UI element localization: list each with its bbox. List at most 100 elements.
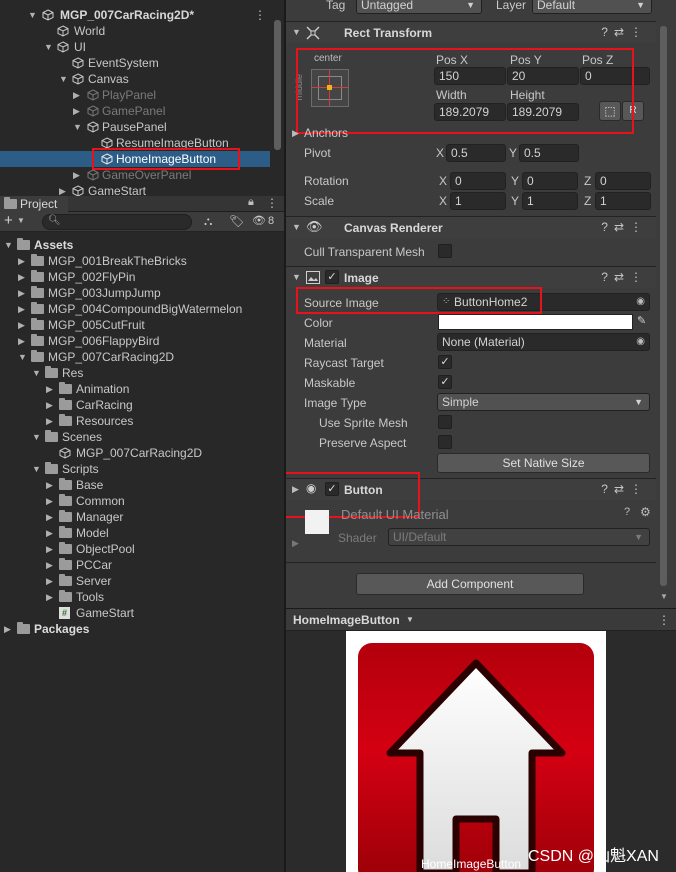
collapse-arrow-icon[interactable]: ▶ [292, 538, 299, 549]
inspector-scrollbar[interactable] [660, 26, 667, 586]
collapse-arrow-icon[interactable]: ▶ [46, 557, 53, 573]
material-field[interactable]: None (Material) ◉ [437, 333, 650, 351]
rotation-x-field[interactable]: 0 [450, 172, 506, 190]
hierarchy-scrollbar[interactable] [274, 20, 281, 150]
anchors-foldout[interactable]: Anchors [304, 126, 348, 140]
image-type-dropdown[interactable]: Simple ▼ [437, 393, 650, 411]
collapse-arrow-icon[interactable]: ▶ [73, 87, 80, 103]
image-enabled-checkbox[interactable]: ✓ [325, 270, 339, 284]
collapse-arrow-icon[interactable]: ▶ [18, 301, 25, 317]
collapse-arrow-icon[interactable]: ▶ [46, 525, 53, 541]
collapse-arrow-icon[interactable]: ▶ [46, 589, 53, 605]
collapse-arrow-icon[interactable]: ▶ [18, 269, 25, 285]
chevron-down-icon[interactable]: ▼ [406, 615, 414, 624]
component-header-icons[interactable]: ?⇄⋮ [601, 220, 648, 234]
hierarchy-item-eventsystem[interactable]: EventSystem [0, 55, 270, 71]
project-tree-item[interactable]: ▶ MGP_001BreakTheBricks [0, 253, 280, 269]
image-header[interactable]: ▼ ✓ Image ?⇄⋮ [286, 266, 656, 288]
preview-menu-icon[interactable]: ⋮ [658, 613, 670, 627]
component-header-icons[interactable]: ?⇄⋮ [601, 25, 648, 39]
project-tree-item[interactable]: ▶ Server [0, 573, 280, 589]
scroll-down-arrow-icon[interactable]: ▼ [660, 592, 668, 601]
hierarchy-item-playpanel[interactable]: ▶ PlayPanel [0, 87, 270, 103]
collapse-arrow-icon[interactable]: ▶ [46, 541, 53, 557]
hierarchy-item-gamestart[interactable]: ▶ GameStart [0, 183, 270, 196]
project-tree-item[interactable]: ▶ Common [0, 493, 280, 509]
collapse-arrow-icon[interactable]: ▶ [73, 167, 80, 183]
hierarchy-item-gamepanel[interactable]: ▶ GamePanel [0, 103, 270, 119]
use-sprite-mesh-checkbox[interactable] [438, 415, 452, 429]
scale-x-field[interactable]: 1 [450, 192, 506, 210]
filter-by-label-icon[interactable]: 🏷︎ [229, 214, 244, 228]
collapse-arrow-icon[interactable]: ▶ [46, 493, 53, 509]
panel-menu-icon[interactable]: ⋮ [266, 196, 278, 210]
collapse-arrow-icon[interactable]: ▶ [73, 103, 80, 119]
color-swatch[interactable] [438, 314, 633, 330]
object-picker-icon[interactable]: ◉ [636, 334, 645, 350]
project-tree-item[interactable]: ▶ Animation [0, 381, 280, 397]
collapse-arrow-icon[interactable]: ▶ [46, 381, 53, 397]
collapse-arrow-icon[interactable]: ▶ [46, 509, 53, 525]
expand-arrow-icon[interactable]: ▼ [32, 461, 41, 477]
tab-project[interactable]: Project [0, 196, 68, 212]
project-tree-item[interactable]: ▶ MGP_005CutFruit [0, 317, 280, 333]
collapse-arrow-icon[interactable]: ▶ [292, 128, 299, 139]
project-tree-item[interactable]: ▼ Res [0, 365, 280, 381]
collapse-arrow-icon[interactable]: ▶ [59, 183, 66, 196]
expand-arrow-icon[interactable]: ▼ [73, 119, 82, 135]
project-tree-item[interactable]: ▶ Resources [0, 413, 280, 429]
expand-arrow-icon[interactable]: ▼ [292, 272, 301, 282]
collapse-arrow-icon[interactable]: ▶ [4, 621, 11, 637]
add-component-button[interactable]: Add Component [356, 573, 584, 595]
expand-arrow-icon[interactable]: ▼ [292, 222, 301, 232]
project-tree-item[interactable]: ▶ Base [0, 477, 280, 493]
expand-arrow-icon[interactable]: ▼ [4, 237, 13, 253]
pivot-x-field[interactable]: 0.5 [446, 144, 506, 162]
project-tree-item[interactable]: ▼ Scripts [0, 461, 280, 477]
hierarchy-item-world[interactable]: World [0, 23, 270, 39]
canvas-renderer-header[interactable]: ▼ 👁︎ Canvas Renderer ?⇄⋮ [286, 216, 656, 238]
project-tree-item[interactable]: ▼ MGP_007CarRacing2D [0, 349, 280, 365]
expand-arrow-icon[interactable]: ▼ [44, 39, 53, 55]
material-help-icon[interactable]: ? [624, 506, 630, 518]
rotation-z-field[interactable]: 0 [595, 172, 651, 190]
project-search-input[interactable]: 🔍︎ [42, 214, 192, 230]
hierarchy-item-pausepanel[interactable]: ▼ PausePanel [0, 119, 270, 135]
tag-dropdown[interactable]: Untagged ▼ [356, 0, 482, 14]
scene-menu-icon[interactable]: ⋮ [254, 7, 266, 23]
hierarchy-item-canvas[interactable]: ▼ Canvas [0, 71, 270, 87]
hierarchy-scene-row[interactable]: ▼ MGP_007CarRacing2D* ⋮ [0, 7, 270, 23]
component-header-icons[interactable]: ?⇄⋮ [601, 270, 648, 284]
expand-arrow-icon[interactable]: ▼ [59, 71, 68, 87]
expand-arrow-icon[interactable]: ▼ [32, 365, 41, 381]
collapse-arrow-icon[interactable]: ▶ [46, 413, 53, 429]
gear-icon[interactable]: ⚙ [640, 505, 651, 519]
rect-transform-header[interactable]: ▼ Rect Transform ?⇄⋮ [286, 21, 656, 43]
project-tree-item[interactable]: # GameStart [0, 605, 280, 621]
chevron-down-icon[interactable]: ▼ [17, 216, 25, 225]
preview-header[interactable]: HomeImageButton ▼ ⋮ [286, 609, 676, 631]
expand-arrow-icon[interactable]: ▼ [32, 429, 41, 445]
project-tree-item[interactable]: ▶ Model [0, 525, 280, 541]
filter-by-type-icon[interactable]: ⛬ [204, 214, 212, 229]
collapse-arrow-icon[interactable]: ▶ [18, 333, 25, 349]
project-tree-item[interactable]: ▶ Manager [0, 509, 280, 525]
hidden-packages-icon[interactable]: 👁︎ [252, 214, 266, 227]
lock-icon[interactable]: 🔒︎ [248, 196, 254, 209]
hierarchy-item-ui[interactable]: ▼ UI [0, 39, 270, 55]
hierarchy-item-gameoverpanel[interactable]: ▶ GameOverPanel [0, 167, 270, 183]
set-native-size-button[interactable]: Set Native Size [437, 453, 650, 473]
pivot-y-field[interactable]: 0.5 [519, 144, 579, 162]
eyedropper-icon[interactable]: ✎ [637, 314, 646, 327]
project-tree-item[interactable]: ▶ MGP_002FlyPin [0, 269, 280, 285]
component-header-icons[interactable]: ?⇄⋮ [601, 482, 648, 496]
scale-z-field[interactable]: 1 [595, 192, 651, 210]
project-tree-item[interactable]: ▼ Scenes [0, 429, 280, 445]
project-tree-item[interactable]: ▶ ObjectPool [0, 541, 280, 557]
layer-dropdown[interactable]: Default ▼ [532, 0, 652, 14]
expand-arrow-icon[interactable]: ▼ [292, 27, 301, 37]
collapse-arrow-icon[interactable]: ▶ [18, 285, 25, 301]
rotation-y-field[interactable]: 0 [522, 172, 578, 190]
maskable-checkbox[interactable]: ✓ [438, 375, 452, 389]
cull-transparent-mesh-checkbox[interactable] [438, 244, 452, 258]
